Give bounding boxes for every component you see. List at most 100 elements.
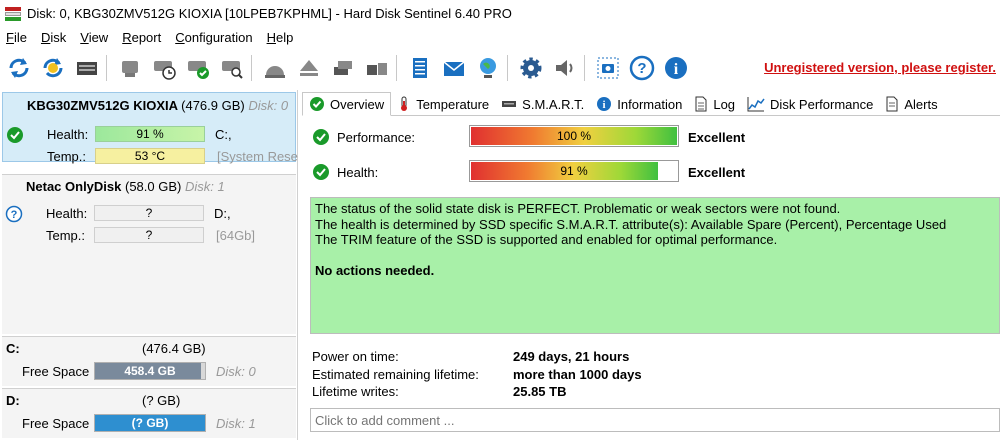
sound-button[interactable] (550, 53, 580, 83)
camera-icon (597, 57, 619, 79)
svg-text:i: i (674, 61, 679, 78)
performance-bar: 100 % (469, 125, 679, 147)
lifetime-writes-value: 25.85 TB (513, 384, 567, 399)
screenshot-button[interactable] (593, 53, 623, 83)
email-button[interactable] (439, 53, 469, 83)
disk-check-icon (188, 61, 209, 79)
check-icon (310, 97, 324, 111)
remaining-lifetime-label: Estimated remaining lifetime: (312, 367, 479, 382)
disk-1-temp-label: Temp.: (46, 228, 86, 243)
schedule-test-button[interactable] (149, 53, 179, 83)
tab-smart[interactable]: S.M.A.R.T. (495, 92, 590, 116)
menu-file[interactable]: File (0, 30, 34, 45)
web-button[interactable] (473, 53, 503, 83)
status-line: The status of the solid state disk is PE… (315, 201, 841, 216)
globe-icon (480, 58, 496, 78)
unregistered-link[interactable]: Unregistered version, please register. (764, 60, 996, 75)
disk-drive-icon (77, 62, 97, 75)
toolbar-separator (396, 55, 397, 81)
disk-surface-icon (122, 61, 138, 77)
volume-c-free-bar: 458.4 GB (94, 362, 206, 380)
toolbar-separator (251, 55, 252, 81)
refresh-icon (9, 58, 29, 78)
disk-card-1[interactable]: Netac OnlyDisk (58.0 GB) Disk: 1 ? Healt… (2, 174, 296, 334)
help-button[interactable]: ? (627, 53, 657, 83)
about-button[interactable]: i (661, 53, 691, 83)
tab-information[interactable]: i Information (590, 92, 688, 116)
surface-test-button[interactable] (115, 53, 145, 83)
disk-0-temp-bar: 53 °C (95, 148, 205, 164)
performance-verdict: Excellent (688, 130, 746, 145)
tab-log[interactable]: Log (688, 92, 741, 116)
disk-0-health-label: Health: (47, 127, 89, 142)
menu-report[interactable]: Report (115, 30, 168, 45)
health-ok-icon (7, 127, 23, 143)
info-icon: i (597, 97, 612, 111)
refresh-button[interactable] (4, 53, 34, 83)
status-line: The TRIM feature of the SSD is supported… (315, 232, 778, 247)
refresh-clock-icon (43, 58, 63, 78)
volume-d[interactable]: D: (? GB) Free Space (? GB) Disk: 1 (2, 388, 296, 438)
tab-disk-performance[interactable]: Disk Performance (741, 92, 879, 116)
disk-1-drive-letter: D:, (214, 206, 231, 221)
tab-overview[interactable]: Overview (302, 92, 392, 116)
volume-d-size: (? GB) (142, 393, 181, 408)
volume-c[interactable]: C: (476.4 GB) Free Space 458.4 GB Disk: … (2, 336, 296, 386)
smart-icon (502, 101, 517, 107)
window-title: Disk: 0, KBG30ZMV512G KIOXIA [10LPEB7KPH… (27, 6, 512, 21)
performance-value: 100 % (556, 129, 592, 143)
volume-c-disk: Disk: 0 (216, 364, 256, 379)
disk-clock-icon (154, 61, 176, 80)
refresh-all-button[interactable] (38, 53, 68, 83)
health-value: 91 % (560, 164, 588, 178)
tab-bar: Overview Temperature S.M.A.R.T. i Inform… (302, 92, 1000, 116)
power-on-value: 249 days, 21 hours (513, 349, 630, 364)
tab-information-label: Information (617, 96, 683, 112)
tab-alerts[interactable]: Alerts (879, 92, 943, 116)
health-label: Health: (337, 165, 379, 180)
disk-ok-button[interactable] (183, 53, 213, 83)
toolbar-separator (507, 55, 508, 81)
help-icon: ? (629, 55, 655, 81)
menu-disk[interactable]: Disk (34, 30, 73, 45)
email-icon (443, 61, 465, 76)
menu-help[interactable]: Help (260, 30, 301, 45)
thermometer-icon (401, 96, 408, 111)
eject-button[interactable] (294, 53, 324, 83)
toolbar-separator (106, 55, 107, 81)
svg-text:?: ? (11, 209, 18, 221)
acoustic-button[interactable] (260, 53, 290, 83)
volume-c-free-label: Free Space (22, 364, 90, 379)
app-logo-icon (5, 6, 21, 21)
menu-view[interactable]: View (73, 30, 115, 45)
volume-d-free-value: (? GB) (131, 416, 169, 430)
report-button[interactable] (405, 53, 435, 83)
tab-smart-label: S.M.A.R.T. (522, 96, 585, 112)
comment-input[interactable] (310, 408, 1000, 432)
power-on-label: Power on time: (312, 349, 399, 364)
disk-copy-button[interactable] (362, 53, 392, 83)
menu-bar: File Disk View Report Configuration Help (0, 27, 1000, 47)
menu-configuration[interactable]: Configuration (168, 30, 259, 45)
disk-0-drive-letter: C:, (215, 127, 232, 142)
speaker-icon (556, 60, 573, 76)
status-line: The health is determined by SSD specific… (315, 216, 947, 232)
settings-button[interactable] (516, 53, 546, 83)
volume-d-free-bar: (? GB) (94, 414, 206, 432)
disk-1-partition-label: [64Gb] (216, 228, 256, 243)
toolbar-separator (584, 55, 585, 81)
tab-temperature-label: Temperature (416, 96, 490, 112)
volume-c-free-value: 458.4 GB (124, 364, 176, 378)
disk-search-button[interactable] (217, 53, 247, 83)
performance-label: Performance: (337, 130, 416, 145)
info-icon: i (665, 57, 687, 79)
disk-stack-button[interactable] (328, 53, 358, 83)
log-icon (695, 96, 707, 112)
disk-1-title: Netac OnlyDisk (58.0 GB) Disk: 1 (26, 179, 225, 194)
disk-list-button[interactable] (72, 53, 102, 83)
tab-temperature[interactable]: Temperature (391, 92, 495, 116)
lifetime-writes-label: Lifetime writes: (312, 384, 399, 399)
tab-disk-performance-label: Disk Performance (770, 96, 874, 112)
disk-card-0[interactable]: KBG30ZMV512G KIOXIA (476.9 GB) Disk: 0 H… (2, 92, 298, 164)
health-ok-icon (313, 164, 329, 180)
